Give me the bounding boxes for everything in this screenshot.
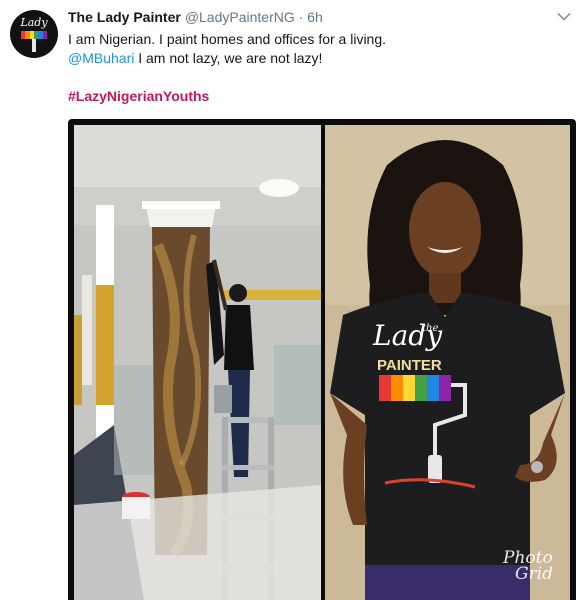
tweet-timestamp[interactable]: 6h bbox=[307, 9, 323, 25]
tweet-text-line-2: @MBuhari I am not lazy, we are not lazy! bbox=[68, 49, 568, 68]
mention-link[interactable]: @MBuhari bbox=[68, 50, 134, 66]
photo-portrait[interactable]: Lady the PAINTER Photo Grid bbox=[325, 125, 570, 600]
avatar-logo-text: Lady bbox=[20, 16, 48, 29]
avatar[interactable]: Lady bbox=[10, 10, 58, 58]
chevron-down-icon[interactable] bbox=[557, 12, 571, 22]
shirt-logo-the: the bbox=[422, 323, 438, 334]
separator-dot: · bbox=[298, 9, 304, 25]
hashtag-link[interactable]: #LazyNigerianYouths bbox=[68, 87, 568, 106]
avatar-rainbow-stripes bbox=[21, 31, 47, 39]
tweet[interactable]: Lady The Lady Painter @LadyPainterNG · 6h… bbox=[0, 0, 581, 600]
tweet-text-line-2-rest: I am not lazy, we are not lazy! bbox=[134, 50, 323, 66]
author-name[interactable]: The Lady Painter bbox=[68, 9, 181, 25]
paint-roller-icon bbox=[32, 39, 36, 52]
tweet-text: I am Nigerian. I paint homes and offices… bbox=[68, 30, 568, 106]
photo-painter-at-work[interactable] bbox=[74, 125, 321, 600]
tweet-text-line-1: I am Nigerian. I paint homes and offices… bbox=[68, 31, 387, 47]
tweet-media[interactable]: Lady the PAINTER Photo Grid bbox=[68, 119, 576, 600]
shirt-logo-painter: PAINTER bbox=[377, 357, 442, 374]
tweet-header: The Lady Painter @LadyPainterNG · 6h bbox=[68, 9, 323, 25]
photogrid-watermark: Photo Grid bbox=[503, 550, 554, 584]
author-handle[interactable]: @LadyPainterNG bbox=[185, 9, 295, 25]
watermark-line-2: Grid bbox=[515, 564, 554, 584]
